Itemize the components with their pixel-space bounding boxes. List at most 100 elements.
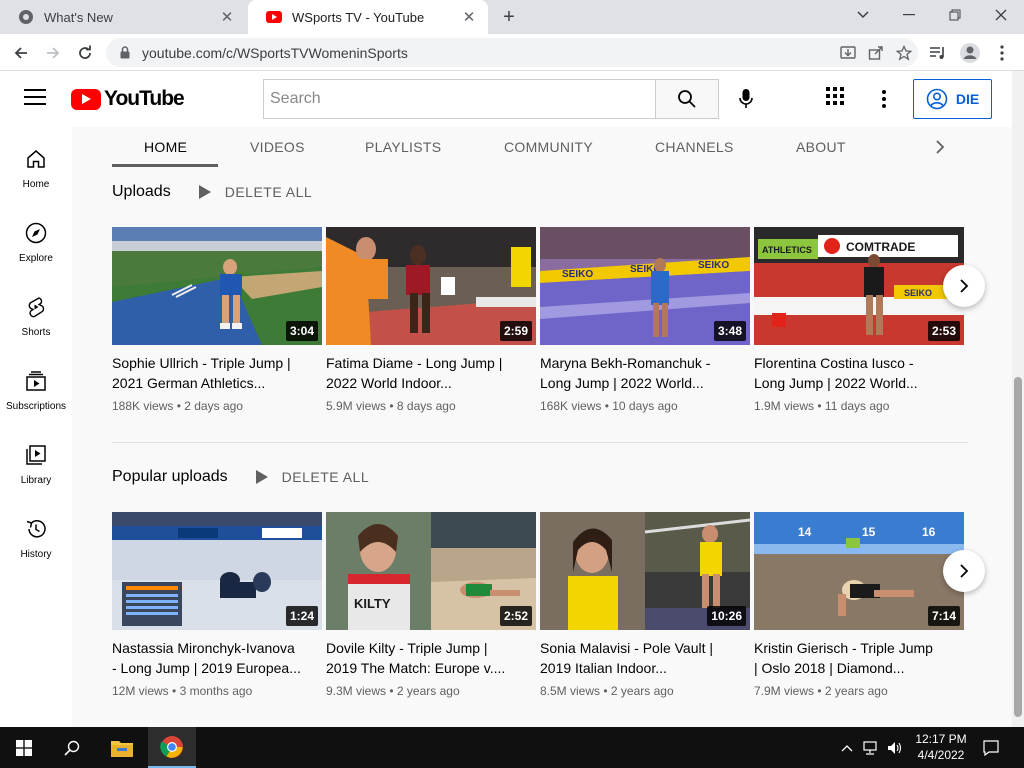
minimize-button[interactable] <box>886 0 932 30</box>
channel-tabs: HOME VIDEOS PLAYLISTS COMMUNITY CHANNELS… <box>72 127 1012 167</box>
video-title[interactable]: Florentina Costina Iusco - Long Jump | 2… <box>754 353 964 393</box>
video-title[interactable]: Sonia Malavisi - Pole Vault | 2019 Itali… <box>540 638 750 678</box>
network-icon[interactable] <box>862 739 880 757</box>
guide-label: Explore <box>19 253 53 264</box>
install-app-icon[interactable] <box>834 39 862 67</box>
scale-label: 14 <box>798 525 812 539</box>
video-title[interactable]: Kristin Gierisch - Triple Jump | Oslo 20… <box>754 638 964 678</box>
video-card[interactable]: 3:04 Sophie Ullrich - Triple Jump | 2021… <box>112 227 322 413</box>
guide-item-home[interactable]: Home <box>0 127 72 201</box>
tab-wsports-youtube[interactable]: WSports TV - YouTube ✕ <box>248 0 488 34</box>
video-title[interactable]: Fatima Diame - Long Jump | 2022 World In… <box>326 353 536 393</box>
tab-community[interactable]: COMMUNITY <box>504 127 593 167</box>
play-all-button[interactable]: DELETE ALL <box>198 184 313 200</box>
tab-about[interactable]: ABOUT <box>796 127 846 167</box>
close-window-button[interactable] <box>978 0 1024 30</box>
video-title[interactable]: Maryna Bekh-Romanchuk - Long Jump | 2022… <box>540 353 750 393</box>
profile-avatar-icon[interactable] <box>956 39 984 67</box>
subscriptions-icon <box>24 369 48 393</box>
reload-icon[interactable] <box>72 40 98 66</box>
page-scrollbar[interactable] <box>1012 71 1024 727</box>
bookmark-star-icon[interactable] <box>890 39 918 67</box>
file-explorer-icon[interactable] <box>98 727 146 768</box>
browser-tab-strip: What's New ✕ WSports TV - YouTube ✕ + <box>0 0 1024 34</box>
youtube-header: YouTube Search DIE <box>0 71 1012 127</box>
video-title[interactable]: Nastassia Mironchyk-Ivanova - Long Jump … <box>112 638 322 678</box>
video-card[interactable]: 1:24 Nastassia Mironchyk-Ivanova - Long … <box>112 512 322 698</box>
volume-icon[interactable] <box>886 739 904 757</box>
forward-arrow-icon[interactable] <box>40 40 66 66</box>
video-card[interactable]: 2:59 Fatima Diame - Long Jump | 2022 Wor… <box>326 227 536 413</box>
youtube-favicon-icon <box>266 9 282 25</box>
video-thumbnail[interactable]: 3:04 <box>112 227 322 345</box>
video-thumbnail[interactable]: 14 15 16 7:14 <box>754 512 964 630</box>
guide-item-shorts[interactable]: Shorts <box>0 275 72 349</box>
restore-button[interactable] <box>932 0 978 30</box>
guide-label: Subscriptions <box>5 401 67 412</box>
tab-home[interactable]: HOME <box>144 127 187 167</box>
chrome-taskbar-icon[interactable] <box>148 727 196 768</box>
tab-search-chevron-icon[interactable] <box>840 0 886 30</box>
video-title[interactable]: Dovile Kilty - Triple Jump | 2019 The Ma… <box>326 638 536 678</box>
back-arrow-icon[interactable] <box>8 40 34 66</box>
video-thumbnail[interactable]: 10:26 <box>540 512 750 630</box>
video-thumbnail[interactable]: ATHLETICS COMTRADE SEIKO 2:53 <box>754 227 964 345</box>
chevron-right-icon <box>960 279 969 293</box>
search-icon <box>678 90 696 108</box>
tabs-next-chevron-icon[interactable] <box>928 135 952 159</box>
new-tab-button[interactable]: + <box>498 6 520 28</box>
shelf-next-button[interactable] <box>943 265 985 307</box>
shelf-title[interactable]: Uploads <box>112 183 171 201</box>
shelf-divider <box>112 442 968 443</box>
video-thumbnail[interactable]: SEIKO SEIKO SEIKO 3:48 <box>540 227 750 345</box>
video-title[interactable]: Sophie Ullrich - Triple Jump | 2021 Germ… <box>112 353 322 393</box>
notification-center-icon[interactable] <box>982 739 1000 757</box>
video-thumbnail[interactable]: 2:59 <box>326 227 536 345</box>
board-text: ATHLETICS <box>762 245 812 255</box>
home-icon <box>24 147 48 171</box>
taskbar-search-icon[interactable] <box>48 727 96 768</box>
microphone-icon[interactable] <box>730 83 762 115</box>
close-tab-icon[interactable]: ✕ <box>460 8 478 26</box>
video-card[interactable]: KILTY 2:52 Dovile Kilty - Triple Jump | … <box>326 512 536 698</box>
omnibox[interactable]: youtube.com/c/WSportsTVWomeninSports <box>106 38 918 67</box>
play-all-button[interactable]: DELETE ALL <box>255 469 370 485</box>
guide-item-subscriptions[interactable]: Subscriptions <box>0 349 72 423</box>
shelf-title[interactable]: Popular uploads <box>112 468 228 486</box>
search-button[interactable] <box>655 79 719 119</box>
shelf-next-button[interactable] <box>943 550 985 592</box>
windows-start-icon[interactable] <box>0 727 48 768</box>
chevron-right-icon <box>960 564 969 578</box>
guide-item-explore[interactable]: Explore <box>0 201 72 275</box>
share-icon[interactable] <box>862 39 890 67</box>
settings-more-icon[interactable] <box>872 87 896 111</box>
library-icon <box>24 443 48 467</box>
play-icon <box>255 470 268 484</box>
search-input[interactable]: Search <box>263 79 656 119</box>
sign-in-button[interactable]: DIE <box>913 79 992 119</box>
tab-videos[interactable]: VIDEOS <box>250 127 305 167</box>
video-duration: 2:52 <box>499 606 532 626</box>
taskbar-clock[interactable]: 12:17 PM 4/4/2022 <box>912 731 970 763</box>
guide-item-history[interactable]: History <box>0 497 72 571</box>
tab-title: What's New <box>44 9 113 25</box>
video-card[interactable]: 14 15 16 7:14 Kristin Gierisch - Triple … <box>754 512 964 698</box>
video-thumbnail[interactable]: KILTY 2:52 <box>326 512 536 630</box>
close-tab-icon[interactable]: ✕ <box>218 8 236 26</box>
tab-playlists[interactable]: PLAYLISTS <box>365 127 441 167</box>
video-card[interactable]: 10:26 Sonia Malavisi - Pole Vault | 2019… <box>540 512 750 698</box>
selected-tab-indicator <box>112 164 218 167</box>
video-card[interactable]: SEIKO SEIKO SEIKO 3:48 Maryna Bekh-Roman… <box>540 227 750 413</box>
scrollbar-thumb[interactable] <box>1014 377 1022 717</box>
browser-menu-icon[interactable] <box>988 39 1016 67</box>
tab-channels[interactable]: CHANNELS <box>655 127 734 167</box>
youtube-logo[interactable]: YouTube <box>71 87 185 111</box>
tray-chevron-up-icon[interactable] <box>838 739 856 757</box>
youtube-apps-grid-icon[interactable] <box>826 87 848 109</box>
tab-whats-new[interactable]: What's New ✕ <box>0 0 246 34</box>
video-card[interactable]: ATHLETICS COMTRADE SEIKO 2:53 Florentina… <box>754 227 964 413</box>
video-thumbnail[interactable]: 1:24 <box>112 512 322 630</box>
guide-item-library[interactable]: Library <box>0 423 72 497</box>
media-queue-icon[interactable] <box>924 39 952 67</box>
hamburger-menu-icon[interactable] <box>24 89 46 109</box>
